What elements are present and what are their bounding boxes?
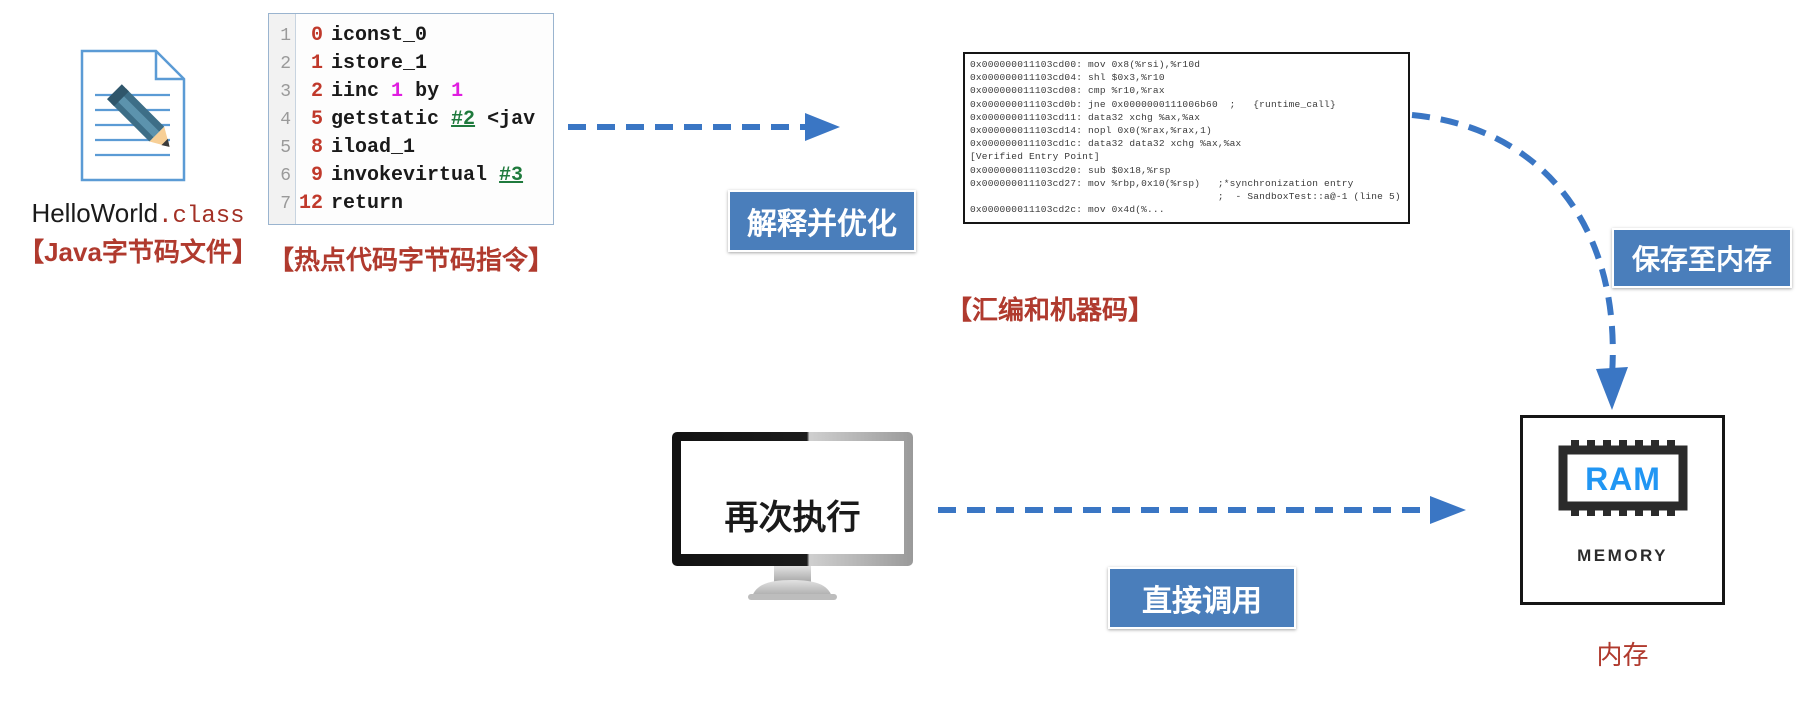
bytecode-offset: 2 [310,80,323,103]
assembly-line: 0x000000011103cd27: mov %rbp,0x10(%rsp) … [970,177,1354,189]
bytecode-line-number: 7 [280,194,291,214]
assembly-line: 0x000000011103cd20: sub $0x18,%rsp [970,164,1171,176]
bytecode-row: 3 2 iinc 1 by 1 [269,78,553,106]
bytecode-line-number: 4 [280,110,291,130]
file-name-base: HelloWorld [31,198,159,228]
assembly-line: 0x000000011103cd00: mov 0x8(%rsi),%r10d [970,59,1201,70]
monitor-icon: 再次执行 [670,430,915,600]
bytecode-opcode: return [331,192,404,215]
label-save-to-memory[interactable]: 保存至内存 [1612,228,1792,288]
bytecode-operand-number: 1 [391,80,404,103]
bytecode-panel[interactable]: 1 0 iconst_0 2 1 istore_1 3 2 iinc 1 by 1 4 5 getst… [268,13,554,225]
memory-caption-label: 内存 [1596,640,1649,670]
bytecode-line-number: 1 [280,26,291,46]
bytecode-row: 5 8 iload_1 [269,134,553,162]
bytecode-opcode: istore_1 [331,52,428,75]
bytecode-opcode: invokevirtual [331,164,488,187]
bytecode-opcode: getstatic [331,108,440,131]
bytecode-line-number: 2 [280,54,291,74]
bytecode-line-number: 3 [280,82,291,102]
bytecode-operand-number: 1 [451,80,464,103]
monitor-screen-text: 再次执行 [724,498,861,537]
bytecode-operand-keyword: by [415,80,440,103]
file-name-extension: .class [158,203,245,230]
assembly-line: 0x000000011103cd1c: data32 data32 xchg %… [970,138,1242,150]
assembly-line: [Verified Entry Point] [970,151,1100,163]
bytecode-constant-ref[interactable]: #3 [499,164,523,187]
class-file-icon [78,48,188,183]
svg-text:RAM: RAM [1585,461,1661,497]
arrow-monitor-to-memory [938,496,1466,524]
label-direct-invoke[interactable]: 直接调用 [1108,567,1296,629]
memory-box-label: MEMORY [1577,546,1668,565]
bytecode-row: 6 9 invokevirtual #3 [269,162,553,190]
file-name-label: HelloWorld.class [18,198,258,230]
bytecode-opcode: iinc [331,80,380,103]
ram-chip-icon: RAM [1558,440,1688,516]
bytecode-opcode: iconst_0 [331,24,428,47]
assembly-code-box[interactable]: 0x000000011103cd00: mov 0x8(%rsi),%r10d 0… [963,52,1410,224]
assembly-line: ; - SandboxTest::a@-1 (line 5) [970,191,1401,203]
assembly-line: 0x000000011103cd04: shl $0x3,%r10 [970,72,1165,84]
memory-box: RAM MEMORY [1520,415,1725,605]
assembly-caption-label: 【汇编和机器码】 [945,295,1154,325]
bytecode-offset: 12 [298,192,323,215]
bytecode-offset: 1 [310,52,323,75]
bytecode-line-number: 5 [280,138,291,158]
bytecode-line-list: 1 0 iconst_0 2 1 istore_1 3 2 iinc 1 by 1 4 5 getst… [269,14,553,218]
bytecode-operand-clipped: <jav [475,108,536,131]
bytecode-opcode: iload_1 [331,136,416,159]
bytecode-row: 4 5 getstatic #2 <jav [269,106,553,134]
assembly-line: 0x000000011103cd14: nopl 0x0(%rax,%rax,1… [970,125,1212,137]
bytecode-line-number: 6 [280,166,291,186]
bytecode-row: 2 1 istore_1 [269,50,553,78]
bytecode-offset: 8 [310,136,323,159]
arrow-bytecode-to-assembly [568,113,840,141]
bytecode-offset: 9 [310,164,323,187]
bytecode-constant-ref[interactable]: #2 [451,108,475,131]
bytecode-offset: 5 [310,108,323,131]
label-interpret-optimize[interactable]: 解释并优化 [728,190,916,252]
assembly-line: 0x000000011103cd11: data32 xchg %ax,%ax [970,111,1201,123]
assembly-line: 0x000000011103cd08: cmp %r10,%rax [970,85,1165,97]
assembly-line: 0x000000011103cd2c: mov 0x4d(%... [970,204,1165,216]
assembly-line: 0x000000011103cd0b: jne 0x0000000111006b… [970,98,1336,110]
bytecode-row: 7 12 return [269,190,553,218]
bytecode-offset: 0 [310,24,323,47]
file-caption-label: 【Java字节码文件】 [18,237,258,267]
bytecode-caption-label: 【热点代码字节码指令】 [268,245,555,275]
bytecode-row: 1 0 iconst_0 [269,22,553,50]
